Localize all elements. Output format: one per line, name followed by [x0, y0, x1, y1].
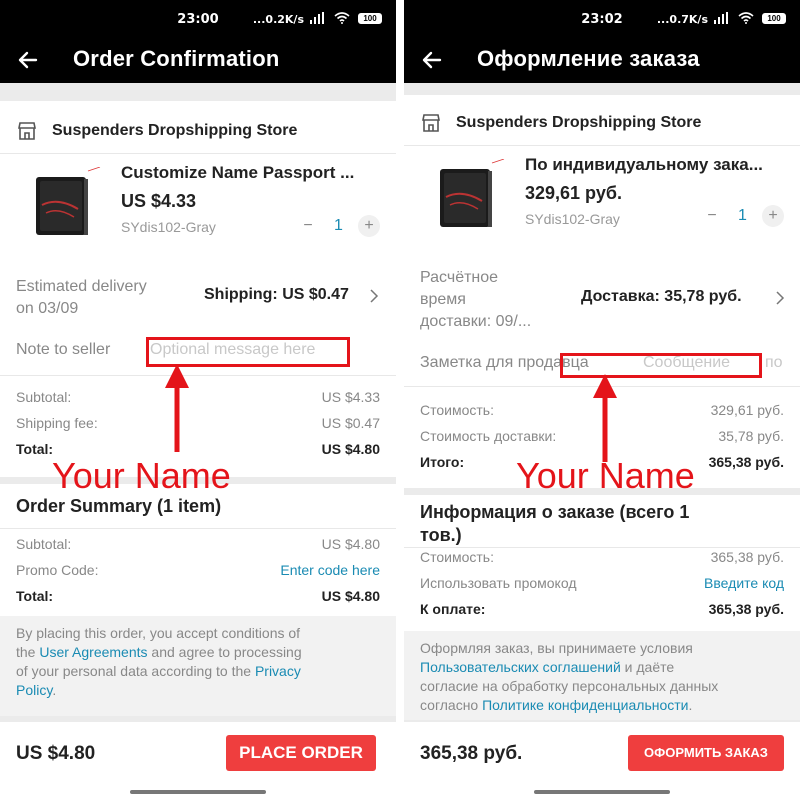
place-order-button[interactable]: ОФОРМИТЬ ЗАКАЗ: [628, 735, 784, 771]
summary-subtotal-label: Стоимость:: [420, 549, 494, 565]
annotation-arrow-icon: [165, 364, 189, 452]
product-title[interactable]: Customize Name Passport ...: [121, 163, 354, 183]
network-speed: ...0.7K/s: [656, 13, 708, 26]
product-price: US $4.33: [121, 191, 197, 211]
subtotal-value: US $4.33: [321, 389, 380, 405]
total-value: US $4.80: [321, 441, 380, 457]
quantity-plus-button[interactable]: +: [358, 215, 380, 237]
estimated-delivery-label: Расчётное время доставки: 09/...: [420, 269, 532, 330]
estimated-delivery-label: Estimated delivery on 03/09: [16, 278, 147, 317]
bottom-bar: 365,38 руб. ОФОРМИТЬ ЗАКАЗ: [404, 722, 800, 800]
privacy-link[interactable]: Политике конфиденциальности: [482, 697, 688, 713]
subtotal-label: Subtotal:: [16, 389, 72, 405]
shipping-cost[interactable]: Shipping: US $0.47: [204, 286, 349, 304]
signal-icon: [714, 12, 728, 24]
note-placeholder-overflow: по: [765, 354, 783, 371]
product-image[interactable]: [432, 159, 508, 235]
gesture-bar: [130, 790, 266, 794]
store-icon: [18, 122, 36, 140]
subtotal-value: 329,61 руб.: [710, 402, 784, 418]
promo-code-link[interactable]: Введите код: [704, 575, 784, 591]
annotation-text: Your Name: [516, 455, 695, 496]
product-sku[interactable]: SYdis102-Gray: [121, 219, 216, 235]
promo-code-label: Promo Code:: [16, 562, 99, 578]
signal-icon: [310, 12, 324, 24]
status-bar: 23:02 ...0.7K/s 100: [404, 0, 800, 38]
quantity-value: 1: [738, 207, 747, 224]
shipping-cost[interactable]: Доставка: 35,78 руб.: [581, 288, 742, 306]
order-card: Suspenders Dropshipping Store Customize …: [0, 101, 396, 477]
summary-subtotal-value: US $4.80: [321, 536, 380, 552]
product-title[interactable]: По индивидуальному зака...: [525, 155, 763, 175]
chevron-right-icon[interactable]: [775, 291, 785, 305]
shipping-fee-label: Стоимость доставки:: [420, 428, 557, 444]
summary-subtotal-value: 365,38 руб.: [710, 549, 784, 565]
total-value: 365,38 руб.: [708, 454, 784, 470]
summary-total-label: Total:: [16, 588, 54, 604]
shipping-fee-value: 35,78 руб.: [718, 428, 784, 444]
shipping-fee-value: US $0.47: [321, 415, 380, 431]
divider: [396, 0, 404, 800]
product-price: 329,61 руб.: [525, 183, 622, 203]
store-name[interactable]: Suspenders Dropshipping Store: [52, 122, 297, 140]
total-label: Total:: [16, 441, 54, 457]
app-bar: Order Confirmation: [0, 38, 396, 83]
wifi-icon: [334, 12, 350, 24]
bottom-total: 365,38 руб.: [420, 743, 523, 764]
status-bar: 23:00 ...0.2K/s 100: [0, 0, 396, 38]
wifi-icon: [738, 12, 754, 24]
summary-total-value: 365,38 руб.: [708, 601, 784, 617]
page-title: Order Confirmation: [73, 46, 280, 71]
legal-notice: Оформляя заказ, вы принимаете условия По…: [404, 631, 800, 720]
quantity-plus-button[interactable]: +: [762, 205, 784, 227]
left-screenshot: 23:00 ...0.2K/s 100 Order Confirmation S…: [0, 0, 396, 800]
battery-icon: 100: [762, 13, 786, 24]
annotation-text: Your Name: [52, 455, 231, 496]
policy-link[interactable]: Policy: [16, 682, 52, 698]
bottom-total: US $4.80: [16, 743, 96, 764]
page-title: Оформление заказа: [477, 46, 700, 71]
quantity-minus-button[interactable]: −: [701, 205, 723, 227]
summary-subtotal-label: Subtotal:: [16, 536, 72, 552]
order-summary-title: Order Summary (1 item): [16, 496, 222, 516]
chevron-right-icon[interactable]: [369, 289, 379, 303]
shipping-fee-label: Shipping fee:: [16, 415, 98, 431]
subtotal-label: Стоимость:: [420, 402, 494, 418]
privacy-link[interactable]: Privacy: [255, 663, 301, 679]
product-image[interactable]: [28, 167, 104, 243]
place-order-button[interactable]: PLACE ORDER: [226, 735, 376, 771]
quantity-minus-button[interactable]: −: [297, 215, 319, 237]
order-summary-card: Order Summary (1 item) Subtotal: US $4.8…: [0, 484, 396, 616]
annotation-arrow-icon: [593, 374, 617, 462]
store-icon: [422, 114, 440, 132]
back-arrow-icon[interactable]: [14, 46, 42, 74]
right-screenshot: 23:02 ...0.7K/s 100 Оформление заказа Su…: [404, 0, 800, 800]
promo-code-label: Использовать промокод: [420, 575, 577, 591]
store-name[interactable]: Suspenders Dropshipping Store: [456, 114, 701, 132]
legal-notice: By placing this order, you accept condit…: [0, 616, 396, 716]
bottom-bar: US $4.80 PLACE ORDER: [0, 722, 396, 800]
promo-code-link[interactable]: Enter code here: [280, 562, 380, 578]
gesture-bar: [534, 790, 670, 794]
total-label: Итого:: [420, 454, 465, 470]
battery-icon: 100: [358, 13, 382, 24]
user-agreements-link[interactable]: Пользовательских соглашений: [420, 659, 621, 675]
order-summary-card: Информация о заказе (всего 1 тов.) Стоимо…: [404, 495, 800, 631]
summary-total-label: К оплате:: [420, 601, 486, 617]
summary-total-value: US $4.80: [321, 588, 380, 604]
quantity-value: 1: [334, 217, 343, 234]
note-to-seller-label: Note to seller: [16, 341, 111, 358]
back-arrow-icon[interactable]: [418, 46, 446, 74]
network-speed: ...0.2K/s: [252, 13, 304, 26]
order-summary-title: Информация о заказе (всего 1 тов.): [420, 502, 690, 545]
app-bar: Оформление заказа: [404, 38, 800, 83]
user-agreements-link[interactable]: User Agreements: [39, 644, 147, 660]
product-sku[interactable]: SYdis102-Gray: [525, 211, 620, 227]
